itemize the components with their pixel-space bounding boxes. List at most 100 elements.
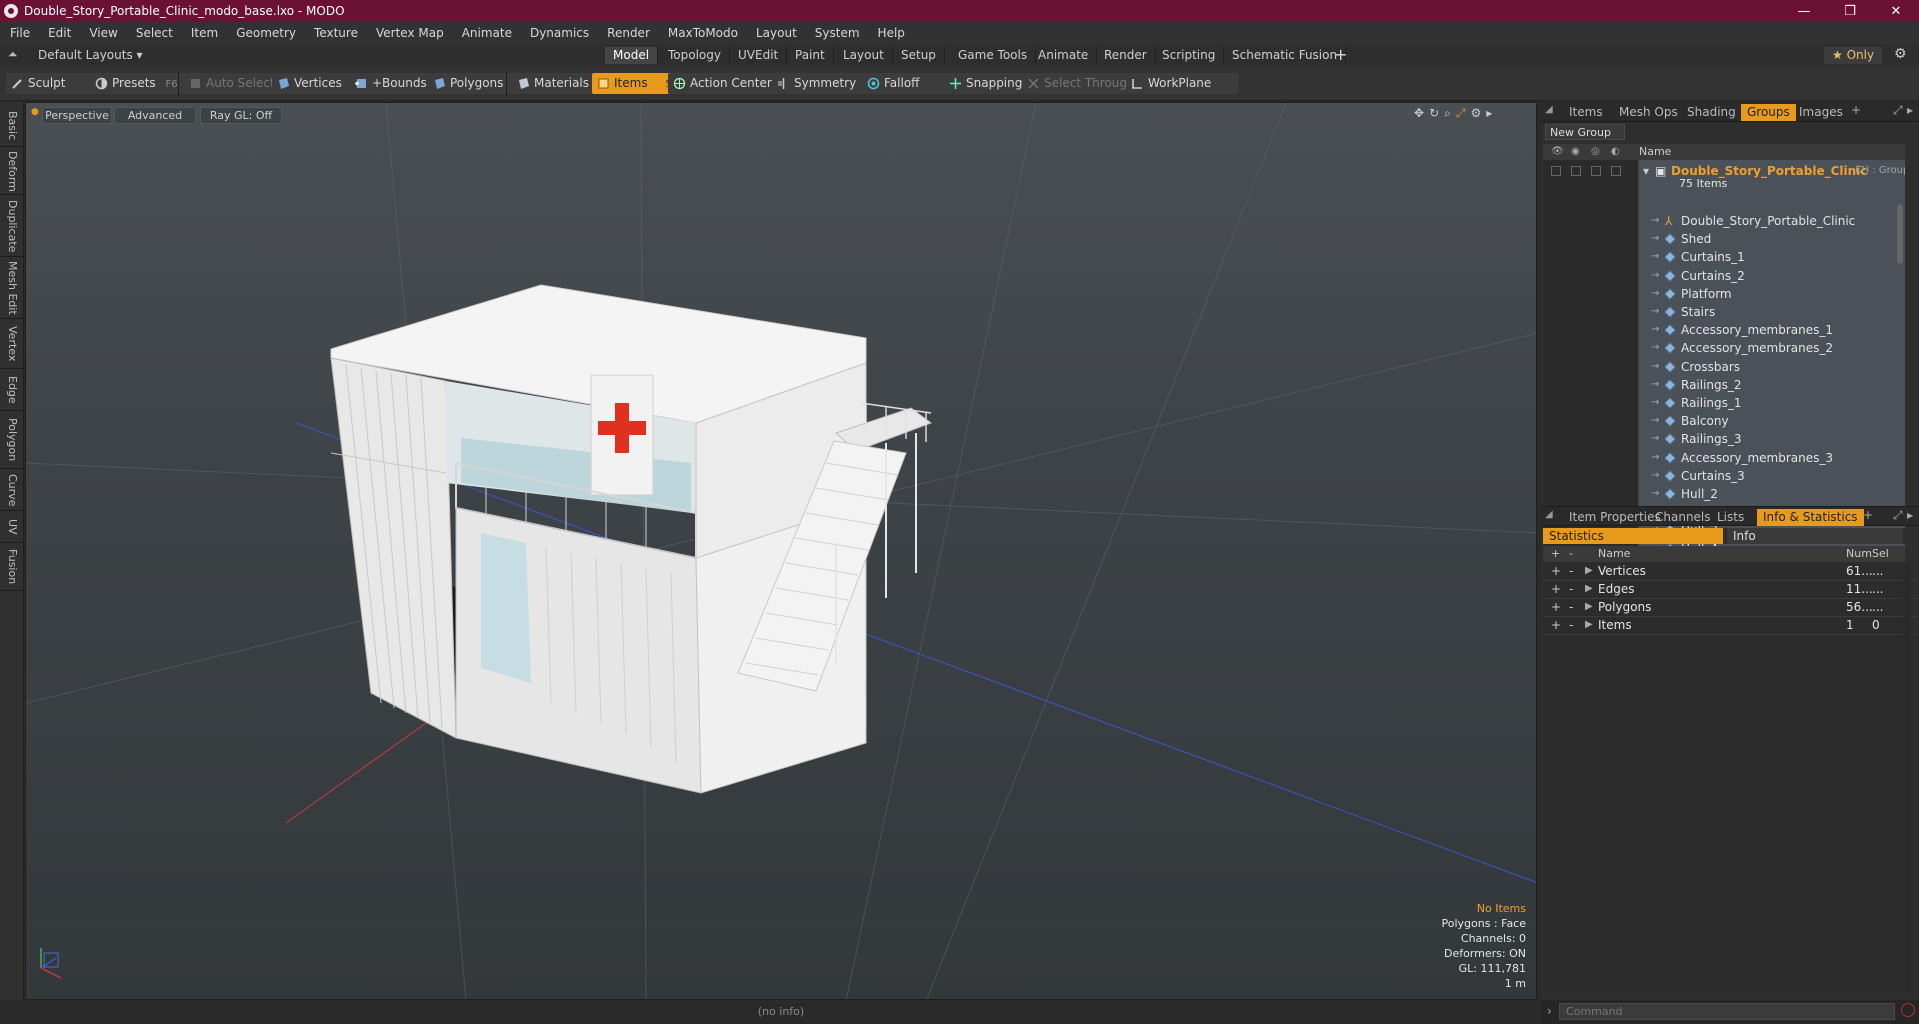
outliner-item-row[interactable]: → Shed <box>1543 230 1905 248</box>
stats-row[interactable]: + - ▶ Edges 11...... <box>1543 580 1918 599</box>
gear-icon[interactable]: ⚙ <box>1894 46 1907 62</box>
menu-item[interactable]: Item <box>182 26 227 40</box>
tab-curve[interactable]: Curve <box>0 470 24 511</box>
maximize-button[interactable]: ❐ <box>1827 0 1873 22</box>
outliner-item-row[interactable]: → Accessory_membranes_3 <box>1543 449 1905 467</box>
panel-expand-icon[interactable]: ⤢ <box>1893 103 1903 118</box>
tab-deform[interactable]: Deform <box>0 148 24 195</box>
menu-maxtomodo[interactable]: MaxToModo <box>659 26 747 40</box>
tab-vertex[interactable]: Vertex <box>0 320 24 369</box>
tab-groups[interactable]: Groups <box>1741 104 1796 121</box>
tab-schematic-fusion[interactable]: Schematic Fusion <box>1224 47 1347 64</box>
menu-dynamics[interactable]: Dynamics <box>521 26 598 40</box>
remove-stat-icon[interactable]: - <box>1569 580 1573 598</box>
group-render-toggle[interactable] <box>1571 166 1581 176</box>
tab-animate[interactable]: Animate <box>1030 47 1098 64</box>
menu-geometry[interactable]: Geometry <box>227 26 305 40</box>
outliner-item-row[interactable]: → Accessory_membranes_2 <box>1543 339 1905 357</box>
tab-lists[interactable]: Lists <box>1711 509 1750 526</box>
tab-layout[interactable]: Layout <box>835 47 893 64</box>
presets-button[interactable]: Presets F6 <box>90 73 198 94</box>
add-stat-icon[interactable]: + <box>1551 562 1561 580</box>
tab-channels[interactable]: Channels <box>1649 509 1717 526</box>
expand-stat-icon[interactable]: ▶ <box>1585 562 1593 580</box>
add-tab-button[interactable]: + <box>1334 45 1347 64</box>
group-lock-toggle[interactable] <box>1591 166 1601 176</box>
stats-scrollbar[interactable] <box>1903 562 1911 992</box>
only-toggle[interactable]: ★ Only <box>1824 47 1883 64</box>
tab-topology[interactable]: Topology <box>660 47 730 64</box>
new-group-button[interactable]: New Group <box>1545 124 1625 140</box>
remove-stat-icon[interactable]: - <box>1569 598 1573 616</box>
tab-shading[interactable]: Shading <box>1681 104 1742 121</box>
subtab-info[interactable]: Info <box>1727 528 1903 544</box>
menu-render[interactable]: Render <box>598 26 659 40</box>
menu-select[interactable]: Select <box>127 26 182 40</box>
panel-menu-icon[interactable]: ◢ <box>1545 104 1553 115</box>
stats-row[interactable]: + - ▶ Polygons 56...... <box>1543 598 1918 617</box>
add-properties-tab-icon[interactable]: + <box>1863 508 1873 522</box>
outliner-item-row[interactable]: → Stairs <box>1543 303 1905 321</box>
group-expand-icon[interactable]: ▾ <box>1643 162 1649 180</box>
outliner-item-row[interactable]: → Curtains_2 <box>1543 267 1905 285</box>
tab-mesh-edit[interactable]: Mesh Edit <box>0 258 24 319</box>
expand-stat-icon[interactable]: ▶ <box>1585 580 1593 598</box>
panel-arrow-icon[interactable]: ▸ <box>1907 103 1913 117</box>
menu-view[interactable]: View <box>80 26 126 40</box>
group-visibility-toggle[interactable] <box>1551 166 1561 176</box>
group-row[interactable]: ▾ ▣ Double_Story_Portable_Clinic (2) : G… <box>1543 162 1905 192</box>
properties-arrow-icon[interactable]: ▸ <box>1907 508 1913 522</box>
outliner-item-row[interactable]: → Curtains_1 <box>1543 248 1905 266</box>
expand-all-icon[interactable]: + <box>1551 547 1560 560</box>
3d-viewport[interactable]: ● Perspective Advanced Ray GL: Off ✥↻⌕⤢⚙… <box>25 102 1537 1000</box>
close-button[interactable]: ✕ <box>1873 0 1919 22</box>
tab-paint[interactable]: Paint <box>787 47 834 64</box>
minimize-button[interactable]: — <box>1781 0 1827 22</box>
outliner-item-row[interactable]: → Crossbars <box>1543 358 1905 376</box>
tab-images[interactable]: Images <box>1793 104 1849 121</box>
tab-scripting[interactable]: Scripting <box>1154 47 1225 64</box>
outliner-item-row[interactable]: → Curtains_3 <box>1543 467 1905 485</box>
tab-polygon[interactable]: Polygon <box>0 412 24 469</box>
tab-info-statistics[interactable]: Info & Statistics <box>1757 509 1864 526</box>
outliner-scrollbar[interactable] <box>1897 204 1903 264</box>
menu-system[interactable]: System <box>806 26 869 40</box>
group-select-toggle[interactable] <box>1611 166 1621 176</box>
tab-uvedit[interactable]: UVEdit <box>730 47 788 64</box>
command-input[interactable] <box>1559 1003 1895 1020</box>
add-stat-icon[interactable]: + <box>1551 598 1561 616</box>
add-stat-icon[interactable]: + <box>1551 616 1561 634</box>
outliner-item-row[interactable]: → Railings_1 <box>1543 394 1905 412</box>
expand-stat-icon[interactable]: ▶ <box>1585 616 1593 634</box>
add-stat-icon[interactable]: + <box>1551 580 1561 598</box>
tab-edge[interactable]: Edge <box>0 370 24 411</box>
tab-setup[interactable]: Setup <box>893 47 945 64</box>
layout-select[interactable]: Default Layouts ▾ <box>38 48 143 62</box>
menu-animate[interactable]: Animate <box>453 26 521 40</box>
tab-model[interactable]: Model <box>605 47 659 64</box>
remove-stat-icon[interactable]: - <box>1569 562 1573 580</box>
expand-stat-icon[interactable]: ▶ <box>1585 598 1593 616</box>
outliner-item-row[interactable]: → ⅄ Double_Story_Portable_Clinic <box>1543 212 1905 230</box>
subtab-statistics[interactable]: Statistics <box>1543 528 1723 544</box>
outliner-item-row[interactable]: → Accessory_membranes_1 <box>1543 321 1905 339</box>
tab-render[interactable]: Render <box>1096 47 1156 64</box>
layout-arrow-icon[interactable]: ⏶ <box>8 47 18 62</box>
tab-uv[interactable]: UV <box>0 512 24 543</box>
stats-row[interactable]: + - ▶ Vertices 61...... <box>1543 562 1918 581</box>
outliner-item-row[interactable]: → Balcony <box>1543 412 1905 430</box>
menu-texture[interactable]: Texture <box>305 26 367 40</box>
tab-items[interactable]: Items <box>1563 104 1609 121</box>
tab-fusion[interactable]: Fusion <box>0 544 24 591</box>
tab-basic[interactable]: Basic <box>0 106 24 147</box>
stats-row[interactable]: + - ▶ Items 1 0 <box>1543 616 1918 635</box>
workplane-button[interactable]: WorkPlane <box>1126 73 1238 94</box>
properties-menu-icon[interactable]: ◢ <box>1545 509 1553 520</box>
outliner-item-row[interactable]: → Hull_2 <box>1543 485 1905 503</box>
outliner-item-row[interactable]: → Railings_2 <box>1543 376 1905 394</box>
name-column-header[interactable]: Name <box>1639 145 1671 158</box>
menu-vertex-map[interactable]: Vertex Map <box>367 26 453 40</box>
command-clear-icon[interactable] <box>1901 1003 1915 1017</box>
tab-duplicate[interactable]: Duplicate <box>0 196 24 257</box>
remove-stat-icon[interactable]: - <box>1569 616 1573 634</box>
